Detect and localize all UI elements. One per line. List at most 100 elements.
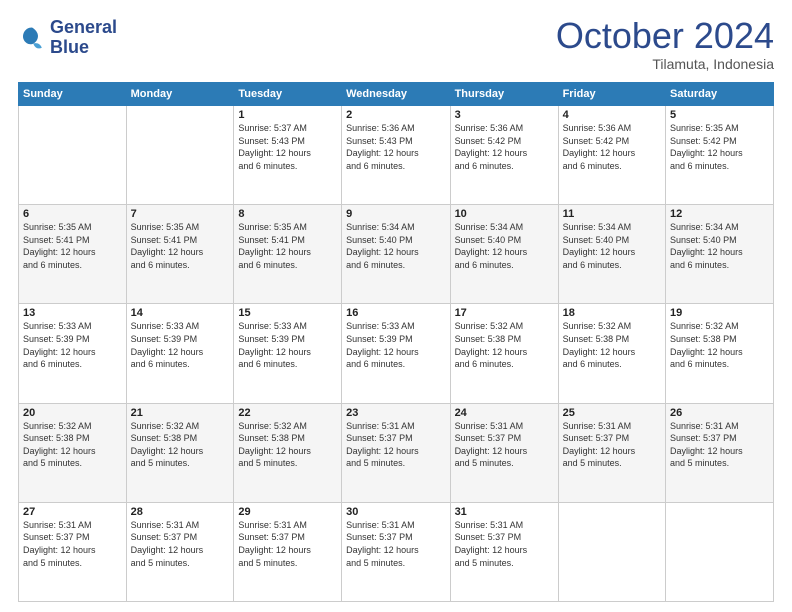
day-detail: Sunrise: 5:32 AM Sunset: 5:38 PM Dayligh… xyxy=(563,320,661,370)
day-number: 29 xyxy=(238,506,337,518)
calendar-cell: 13Sunrise: 5:33 AM Sunset: 5:39 PM Dayli… xyxy=(19,304,127,403)
calendar-cell: 20Sunrise: 5:32 AM Sunset: 5:38 PM Dayli… xyxy=(19,403,127,502)
day-detail: Sunrise: 5:37 AM Sunset: 5:43 PM Dayligh… xyxy=(238,122,337,172)
calendar-cell: 6Sunrise: 5:35 AM Sunset: 5:41 PM Daylig… xyxy=(19,205,127,304)
calendar-cell: 22Sunrise: 5:32 AM Sunset: 5:38 PM Dayli… xyxy=(234,403,342,502)
day-detail: Sunrise: 5:34 AM Sunset: 5:40 PM Dayligh… xyxy=(346,221,445,271)
calendar-cell: 7Sunrise: 5:35 AM Sunset: 5:41 PM Daylig… xyxy=(126,205,234,304)
day-number: 14 xyxy=(131,307,230,319)
header-sunday: Sunday xyxy=(19,83,127,106)
calendar-week-row-5: 27Sunrise: 5:31 AM Sunset: 5:37 PM Dayli… xyxy=(19,502,774,601)
calendar-cell: 4Sunrise: 5:36 AM Sunset: 5:42 PM Daylig… xyxy=(558,106,665,205)
day-detail: Sunrise: 5:31 AM Sunset: 5:37 PM Dayligh… xyxy=(238,519,337,569)
day-number: 20 xyxy=(23,407,122,419)
day-detail: Sunrise: 5:36 AM Sunset: 5:42 PM Dayligh… xyxy=(455,122,554,172)
day-detail: Sunrise: 5:34 AM Sunset: 5:40 PM Dayligh… xyxy=(670,221,769,271)
day-detail: Sunrise: 5:33 AM Sunset: 5:39 PM Dayligh… xyxy=(346,320,445,370)
location-subtitle: Tilamuta, Indonesia xyxy=(556,56,774,72)
calendar-cell: 12Sunrise: 5:34 AM Sunset: 5:40 PM Dayli… xyxy=(666,205,774,304)
logo-line1: General xyxy=(50,18,117,38)
calendar-cell: 28Sunrise: 5:31 AM Sunset: 5:37 PM Dayli… xyxy=(126,502,234,601)
day-number: 6 xyxy=(23,208,122,220)
day-detail: Sunrise: 5:32 AM Sunset: 5:38 PM Dayligh… xyxy=(670,320,769,370)
day-detail: Sunrise: 5:32 AM Sunset: 5:38 PM Dayligh… xyxy=(23,420,122,470)
title-area: October 2024 Tilamuta, Indonesia xyxy=(556,18,774,72)
header-monday: Monday xyxy=(126,83,234,106)
day-number: 3 xyxy=(455,109,554,121)
day-detail: Sunrise: 5:33 AM Sunset: 5:39 PM Dayligh… xyxy=(131,320,230,370)
logo-text: General Blue xyxy=(50,18,117,58)
header-tuesday: Tuesday xyxy=(234,83,342,106)
day-number: 10 xyxy=(455,208,554,220)
calendar-cell: 9Sunrise: 5:34 AM Sunset: 5:40 PM Daylig… xyxy=(342,205,450,304)
day-number: 12 xyxy=(670,208,769,220)
day-number: 19 xyxy=(670,307,769,319)
day-number: 5 xyxy=(670,109,769,121)
day-number: 18 xyxy=(563,307,661,319)
calendar-cell: 18Sunrise: 5:32 AM Sunset: 5:38 PM Dayli… xyxy=(558,304,665,403)
day-detail: Sunrise: 5:33 AM Sunset: 5:39 PM Dayligh… xyxy=(23,320,122,370)
header: General Blue October 2024 Tilamuta, Indo… xyxy=(18,18,774,72)
day-number: 4 xyxy=(563,109,661,121)
calendar-cell: 21Sunrise: 5:32 AM Sunset: 5:38 PM Dayli… xyxy=(126,403,234,502)
day-detail: Sunrise: 5:35 AM Sunset: 5:41 PM Dayligh… xyxy=(131,221,230,271)
calendar-cell xyxy=(126,106,234,205)
calendar-cell: 3Sunrise: 5:36 AM Sunset: 5:42 PM Daylig… xyxy=(450,106,558,205)
day-detail: Sunrise: 5:31 AM Sunset: 5:37 PM Dayligh… xyxy=(455,420,554,470)
calendar-cell: 11Sunrise: 5:34 AM Sunset: 5:40 PM Dayli… xyxy=(558,205,665,304)
day-detail: Sunrise: 5:36 AM Sunset: 5:43 PM Dayligh… xyxy=(346,122,445,172)
day-detail: Sunrise: 5:32 AM Sunset: 5:38 PM Dayligh… xyxy=(455,320,554,370)
day-number: 2 xyxy=(346,109,445,121)
day-number: 17 xyxy=(455,307,554,319)
calendar-cell: 24Sunrise: 5:31 AM Sunset: 5:37 PM Dayli… xyxy=(450,403,558,502)
calendar-cell: 5Sunrise: 5:35 AM Sunset: 5:42 PM Daylig… xyxy=(666,106,774,205)
calendar-cell xyxy=(19,106,127,205)
day-detail: Sunrise: 5:34 AM Sunset: 5:40 PM Dayligh… xyxy=(563,221,661,271)
day-number: 15 xyxy=(238,307,337,319)
logo-icon xyxy=(18,24,46,52)
day-detail: Sunrise: 5:31 AM Sunset: 5:37 PM Dayligh… xyxy=(670,420,769,470)
day-number: 8 xyxy=(238,208,337,220)
day-detail: Sunrise: 5:36 AM Sunset: 5:42 PM Dayligh… xyxy=(563,122,661,172)
day-number: 7 xyxy=(131,208,230,220)
calendar-week-row-4: 20Sunrise: 5:32 AM Sunset: 5:38 PM Dayli… xyxy=(19,403,774,502)
day-detail: Sunrise: 5:35 AM Sunset: 5:41 PM Dayligh… xyxy=(238,221,337,271)
day-number: 21 xyxy=(131,407,230,419)
calendar-cell: 15Sunrise: 5:33 AM Sunset: 5:39 PM Dayli… xyxy=(234,304,342,403)
calendar-week-row-1: 1Sunrise: 5:37 AM Sunset: 5:43 PM Daylig… xyxy=(19,106,774,205)
day-number: 16 xyxy=(346,307,445,319)
day-number: 13 xyxy=(23,307,122,319)
calendar-cell: 30Sunrise: 5:31 AM Sunset: 5:37 PM Dayli… xyxy=(342,502,450,601)
calendar-cell: 31Sunrise: 5:31 AM Sunset: 5:37 PM Dayli… xyxy=(450,502,558,601)
day-number: 11 xyxy=(563,208,661,220)
day-detail: Sunrise: 5:31 AM Sunset: 5:37 PM Dayligh… xyxy=(455,519,554,569)
header-friday: Friday xyxy=(558,83,665,106)
day-detail: Sunrise: 5:31 AM Sunset: 5:37 PM Dayligh… xyxy=(563,420,661,470)
day-detail: Sunrise: 5:33 AM Sunset: 5:39 PM Dayligh… xyxy=(238,320,337,370)
calendar-cell: 14Sunrise: 5:33 AM Sunset: 5:39 PM Dayli… xyxy=(126,304,234,403)
day-detail: Sunrise: 5:35 AM Sunset: 5:42 PM Dayligh… xyxy=(670,122,769,172)
day-number: 26 xyxy=(670,407,769,419)
calendar-cell: 17Sunrise: 5:32 AM Sunset: 5:38 PM Dayli… xyxy=(450,304,558,403)
day-number: 27 xyxy=(23,506,122,518)
page: General Blue October 2024 Tilamuta, Indo… xyxy=(0,0,792,612)
calendar-cell: 16Sunrise: 5:33 AM Sunset: 5:39 PM Dayli… xyxy=(342,304,450,403)
day-number: 31 xyxy=(455,506,554,518)
calendar-cell: 25Sunrise: 5:31 AM Sunset: 5:37 PM Dayli… xyxy=(558,403,665,502)
day-detail: Sunrise: 5:35 AM Sunset: 5:41 PM Dayligh… xyxy=(23,221,122,271)
day-number: 30 xyxy=(346,506,445,518)
logo-line2: Blue xyxy=(50,38,117,58)
day-number: 28 xyxy=(131,506,230,518)
calendar-cell: 1Sunrise: 5:37 AM Sunset: 5:43 PM Daylig… xyxy=(234,106,342,205)
calendar-cell: 10Sunrise: 5:34 AM Sunset: 5:40 PM Dayli… xyxy=(450,205,558,304)
day-number: 24 xyxy=(455,407,554,419)
calendar-cell xyxy=(558,502,665,601)
header-saturday: Saturday xyxy=(666,83,774,106)
calendar-week-row-2: 6Sunrise: 5:35 AM Sunset: 5:41 PM Daylig… xyxy=(19,205,774,304)
calendar-cell: 29Sunrise: 5:31 AM Sunset: 5:37 PM Dayli… xyxy=(234,502,342,601)
calendar-cell: 2Sunrise: 5:36 AM Sunset: 5:43 PM Daylig… xyxy=(342,106,450,205)
day-detail: Sunrise: 5:31 AM Sunset: 5:37 PM Dayligh… xyxy=(23,519,122,569)
calendar-cell: 8Sunrise: 5:35 AM Sunset: 5:41 PM Daylig… xyxy=(234,205,342,304)
header-thursday: Thursday xyxy=(450,83,558,106)
day-detail: Sunrise: 5:31 AM Sunset: 5:37 PM Dayligh… xyxy=(346,519,445,569)
